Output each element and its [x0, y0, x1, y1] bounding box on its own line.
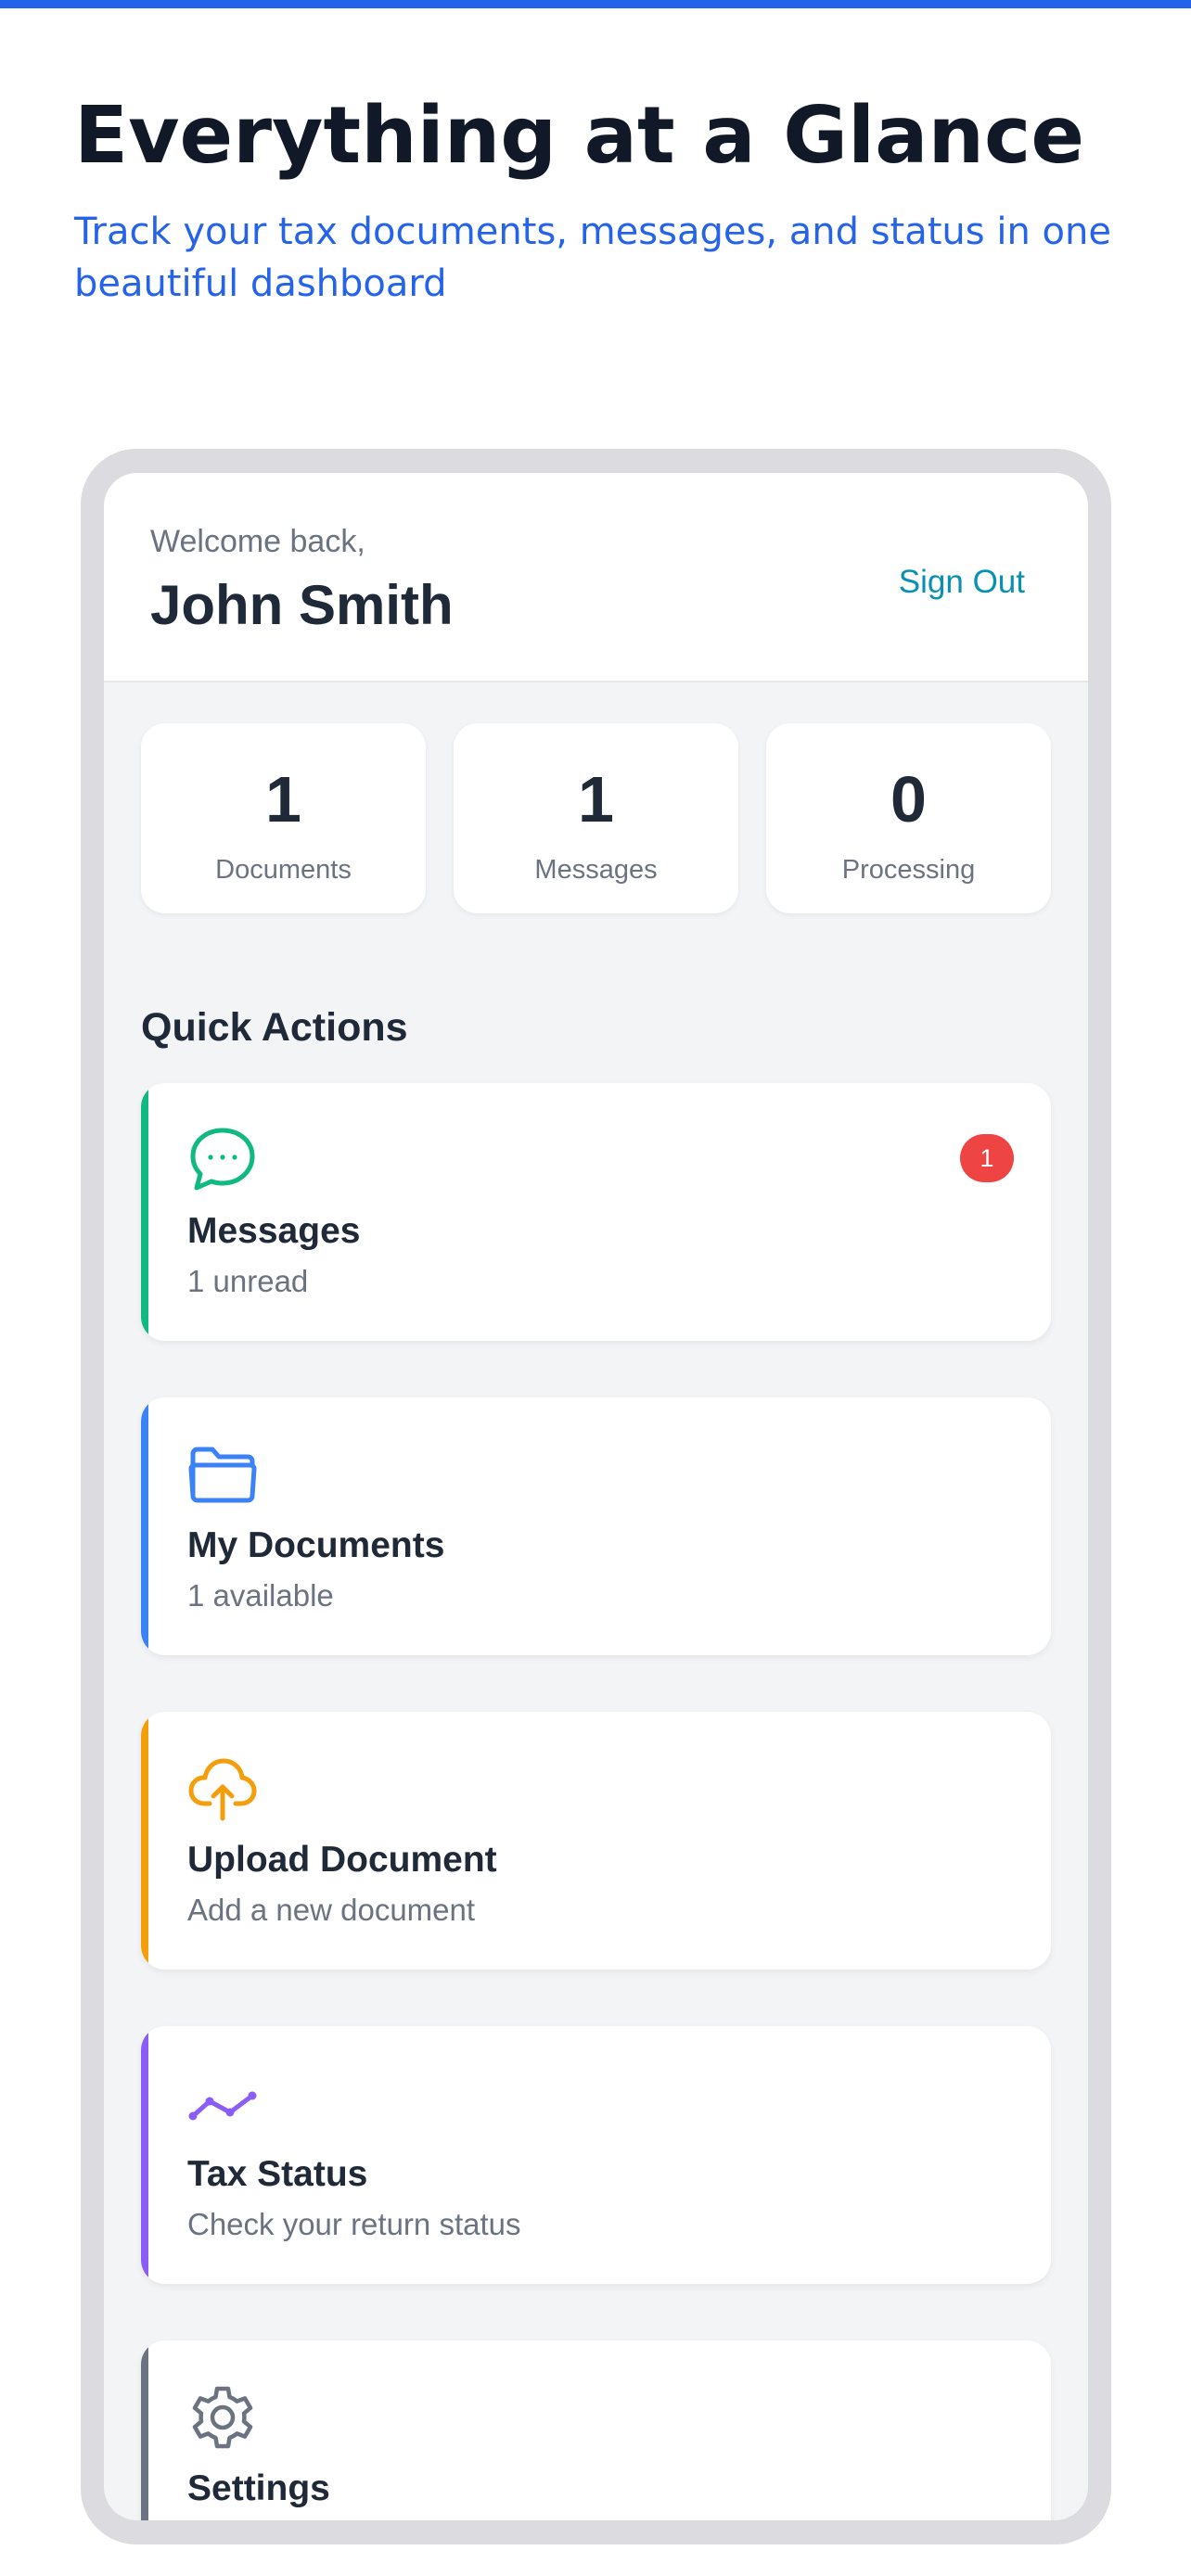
dashboard-header: Welcome back, John Smith Sign Out — [104, 473, 1088, 682]
card-accent — [141, 2026, 148, 2284]
welcome-text: Welcome back, — [150, 524, 365, 559]
stat-card-messages: 1 Messages — [454, 723, 738, 913]
action-card-settings[interactable]: Settings — [141, 2340, 1051, 2520]
action-subtitle: Check your return status — [187, 2207, 521, 2241]
user-name: John Smith — [150, 574, 454, 636]
action-title: Messages — [187, 1211, 361, 1251]
hero-subtitle: Track your tax documents, messages, and … — [74, 210, 1111, 305]
trend-line-icon — [187, 2068, 258, 2138]
action-card-my-documents[interactable]: My Documents 1 available — [141, 1397, 1051, 1655]
action-card-upload-document[interactable]: Upload Document Add a new document — [141, 1712, 1051, 1970]
action-card-tax-status[interactable]: Tax Status Check your return status — [141, 2026, 1051, 2284]
top-accent-bar — [0, 0, 1191, 8]
action-title: Settings — [187, 2468, 330, 2508]
stats-row: 1 Documents 1 Messages 0 Processing — [141, 723, 1051, 913]
cloud-upload-icon — [187, 1753, 258, 1824]
chat-bubble-icon — [187, 1125, 258, 1195]
card-accent — [141, 1083, 148, 1341]
phone-screen: Welcome back, John Smith Sign Out 1 Docu… — [104, 473, 1088, 2520]
action-title: My Documents — [187, 1525, 445, 1565]
folder-icon — [187, 1439, 258, 1510]
action-title: Tax Status — [187, 2154, 368, 2194]
stat-card-processing: 0 Processing — [766, 723, 1051, 913]
card-accent — [141, 1712, 148, 1970]
stat-value: 1 — [578, 763, 614, 835]
stat-label: Messages — [534, 855, 658, 885]
gear-icon — [187, 2382, 258, 2453]
action-title: Upload Document — [187, 1840, 497, 1880]
stat-label: Documents — [215, 855, 352, 885]
sign-out-button[interactable]: Sign Out — [899, 562, 1025, 603]
action-subtitle: 1 available — [187, 1578, 334, 1613]
stat-card-documents: 1 Documents — [141, 723, 426, 913]
card-accent — [141, 2340, 148, 2520]
action-card-messages[interactable]: 1 Messages 1 unread — [141, 1083, 1051, 1341]
action-subtitle: Add a new document — [187, 1893, 476, 1927]
quick-actions-title: Quick Actions — [141, 1005, 408, 1050]
stat-value: 1 — [265, 763, 301, 835]
card-accent — [141, 1397, 148, 1655]
action-subtitle: 1 unread — [187, 1264, 309, 1298]
stat-value: 0 — [890, 763, 927, 835]
hero-title: Everything at a Glance — [74, 90, 1085, 182]
unread-badge: 1 — [960, 1134, 1014, 1182]
stat-label: Processing — [841, 855, 976, 885]
